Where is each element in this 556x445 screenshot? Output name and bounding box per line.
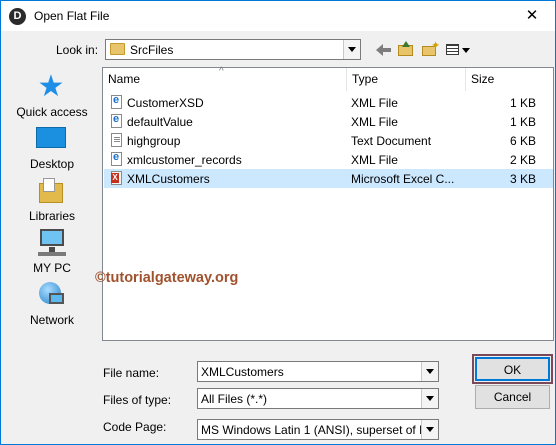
- file-type: Microsoft Excel C...: [351, 172, 455, 186]
- quick-access-star-icon: ★: [37, 70, 65, 103]
- file-type: Text Document: [351, 134, 432, 148]
- place-label: MY PC: [33, 261, 71, 275]
- cancel-button[interactable]: Cancel: [475, 385, 550, 409]
- chevron-down-icon[interactable]: [343, 40, 360, 59]
- look-in-label: Look in:: [56, 43, 99, 57]
- libraries-icon: [35, 175, 67, 207]
- new-folder-icon[interactable]: ✦: [421, 40, 440, 58]
- file-size: 6 KB: [509, 134, 536, 148]
- view-menu-icon[interactable]: [445, 41, 471, 58]
- place-desktop[interactable]: Desktop: [9, 123, 95, 173]
- ok-button[interactable]: OK: [472, 354, 553, 384]
- look-in-dropdown[interactable]: SrcFiles: [105, 39, 361, 60]
- file-size: 1 KB: [509, 115, 536, 129]
- file-name: XMLCustomers: [127, 172, 210, 186]
- file-name: xmlcustomer_records: [127, 153, 242, 167]
- file-name-value: XMLCustomers: [201, 365, 284, 379]
- file-row[interactable]: xmlcustomer_records XML File 2 KB: [104, 150, 553, 169]
- column-header-label: Type: [352, 72, 379, 86]
- back-arrow-icon[interactable]: [375, 41, 393, 58]
- text-file-icon: [111, 133, 122, 147]
- column-header-label: Name: [108, 72, 141, 86]
- file-row[interactable]: highgroup Text Document 6 KB: [104, 131, 553, 150]
- file-size: 3 KB: [509, 172, 536, 186]
- close-icon[interactable]: ✕: [521, 6, 543, 26]
- place-network[interactable]: Network: [9, 279, 95, 329]
- place-label: Desktop: [29, 157, 75, 171]
- file-type: XML File: [351, 153, 398, 167]
- desktop-icon: [35, 123, 67, 155]
- place-label: Quick access: [16, 105, 88, 119]
- network-icon: [35, 279, 67, 311]
- column-header-name[interactable]: ^ Name: [103, 66, 346, 91]
- file-list[interactable]: ^ Name Type Size CustomerXSD XML File 1 …: [95, 66, 554, 341]
- files-of-type-label: Files of type:: [103, 393, 172, 407]
- files-of-type-value: All Files (*.*): [201, 392, 268, 406]
- column-header-label: Size: [471, 72, 495, 86]
- chevron-down-icon[interactable]: [421, 389, 438, 408]
- file-name-label: File name:: [103, 366, 160, 380]
- folder-icon: [110, 43, 125, 55]
- column-header-size[interactable]: Size: [465, 68, 553, 91]
- file-type: XML File: [351, 115, 398, 129]
- up-folder-icon[interactable]: [397, 41, 415, 58]
- code-page-label: Code Page:: [103, 420, 167, 434]
- file-type: XML File: [351, 96, 398, 110]
- code-page-dropdown[interactable]: MS Windows Latin 1 (ANSI), superset of L…: [197, 419, 439, 440]
- xml-file-icon: [111, 151, 122, 166]
- place-quick-access[interactable]: ★ Quick access: [9, 71, 95, 121]
- file-name: CustomerXSD: [127, 96, 204, 110]
- places-bar: ★ Quick access Desktop Libraries MY PC N…: [9, 67, 95, 337]
- place-my-pc[interactable]: MY PC: [9, 227, 95, 277]
- sort-ascending-icon: ^: [219, 66, 224, 77]
- xml-file-icon: [111, 113, 122, 128]
- code-page-value: MS Windows Latin 1 (ANSI), superset of L…: [201, 423, 421, 437]
- file-name: defaultValue: [127, 115, 193, 129]
- file-row-selected[interactable]: XMLCustomers Microsoft Excel C... 3 KB: [104, 169, 553, 188]
- place-libraries[interactable]: Libraries: [9, 175, 95, 225]
- file-name: highgroup: [127, 134, 181, 148]
- place-label: Libraries: [28, 209, 76, 223]
- file-row[interactable]: defaultValue XML File 1 KB: [104, 112, 553, 131]
- place-label: Network: [29, 313, 74, 327]
- file-size: 1 KB: [509, 96, 536, 110]
- column-header-type[interactable]: Type: [346, 68, 465, 91]
- computer-icon: [35, 227, 67, 259]
- files-of-type-dropdown[interactable]: All Files (*.*): [197, 388, 439, 409]
- title-bar: D Open Flat File ✕: [1, 1, 555, 31]
- look-in-value: SrcFiles: [130, 43, 174, 57]
- excel-csv-file-icon: [111, 171, 122, 185]
- xml-file-icon: [111, 94, 122, 109]
- file-name-input[interactable]: XMLCustomers: [197, 361, 439, 382]
- chevron-down-icon[interactable]: [421, 362, 438, 381]
- open-flat-file-dialog: D Open Flat File ✕ Look in: SrcFiles ✦ ★…: [0, 0, 556, 445]
- dialog-title: Open Flat File: [34, 9, 110, 23]
- app-icon: D: [9, 8, 26, 25]
- watermark-text: ©tutorialgateway.org: [95, 270, 239, 286]
- file-row[interactable]: CustomerXSD XML File 1 KB: [104, 93, 553, 112]
- file-size: 2 KB: [509, 153, 536, 167]
- chevron-down-icon[interactable]: [421, 420, 438, 439]
